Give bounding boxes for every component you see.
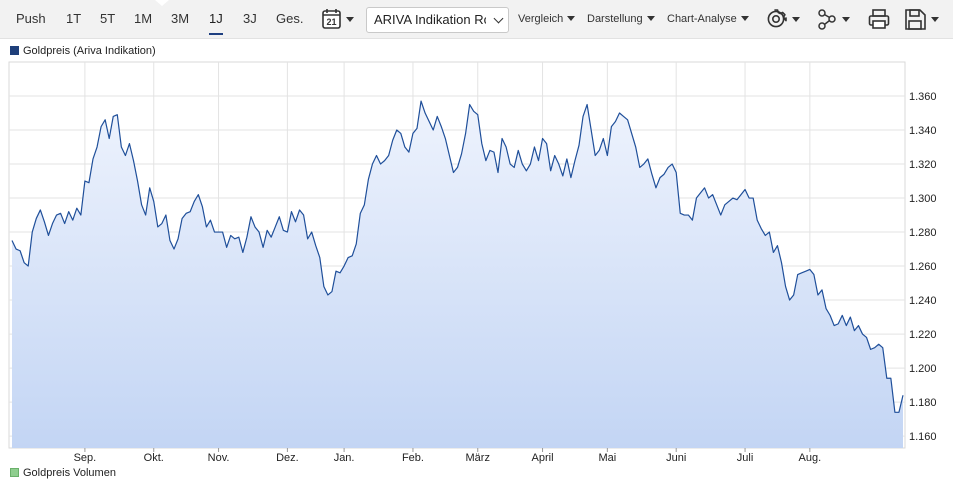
x-tick-label: Feb. <box>402 452 424 464</box>
x-tick-label: Aug. <box>799 452 822 464</box>
y-tick-label: 1.300 <box>909 193 937 205</box>
x-tick-label: Jan. <box>334 452 355 464</box>
y-tick-label: 1.160 <box>909 431 937 443</box>
x-tick-label: März <box>466 452 490 464</box>
y-tick-label: 1.240 <box>909 295 937 307</box>
volume-legend-swatch <box>10 468 19 477</box>
y-tick-label: 1.180 <box>909 397 937 409</box>
x-tick-label: Okt. <box>144 452 164 464</box>
x-tick-label: Juli <box>737 452 754 464</box>
y-tick-label: 1.220 <box>909 329 937 341</box>
x-tick-label: Nov. <box>208 452 230 464</box>
x-tick-label: Sep. <box>74 452 97 464</box>
y-axis-labels: 1.160 1.180 1.200 1.220 1.240 1.260 1.280 1.300… <box>909 91 937 443</box>
x-tick-label: Dez. <box>276 452 299 464</box>
x-tick-label: Juni <box>666 452 686 464</box>
x-tick-label: Mai <box>598 452 616 464</box>
y-tick-label: 1.340 <box>909 125 937 137</box>
y-tick-label: 1.280 <box>909 227 937 239</box>
y-tick-label: 1.260 <box>909 261 937 273</box>
x-tick-label: April <box>532 452 554 464</box>
volume-legend-label: Goldpreis Volumen <box>23 467 116 479</box>
x-axis-labels: Sep. Okt. Nov. Dez. Jan. Feb. März April Mai Juni… <box>74 452 822 464</box>
y-tick-label: 1.200 <box>909 363 937 375</box>
y-tick-label: 1.360 <box>909 91 937 103</box>
volume-legend: Goldpreis Volumen <box>10 467 116 479</box>
y-tick-label: 1.320 <box>909 159 937 171</box>
gold-price-chart: 1.160 1.180 1.200 1.220 1.240 1.260 1.280 1.300… <box>8 61 937 464</box>
